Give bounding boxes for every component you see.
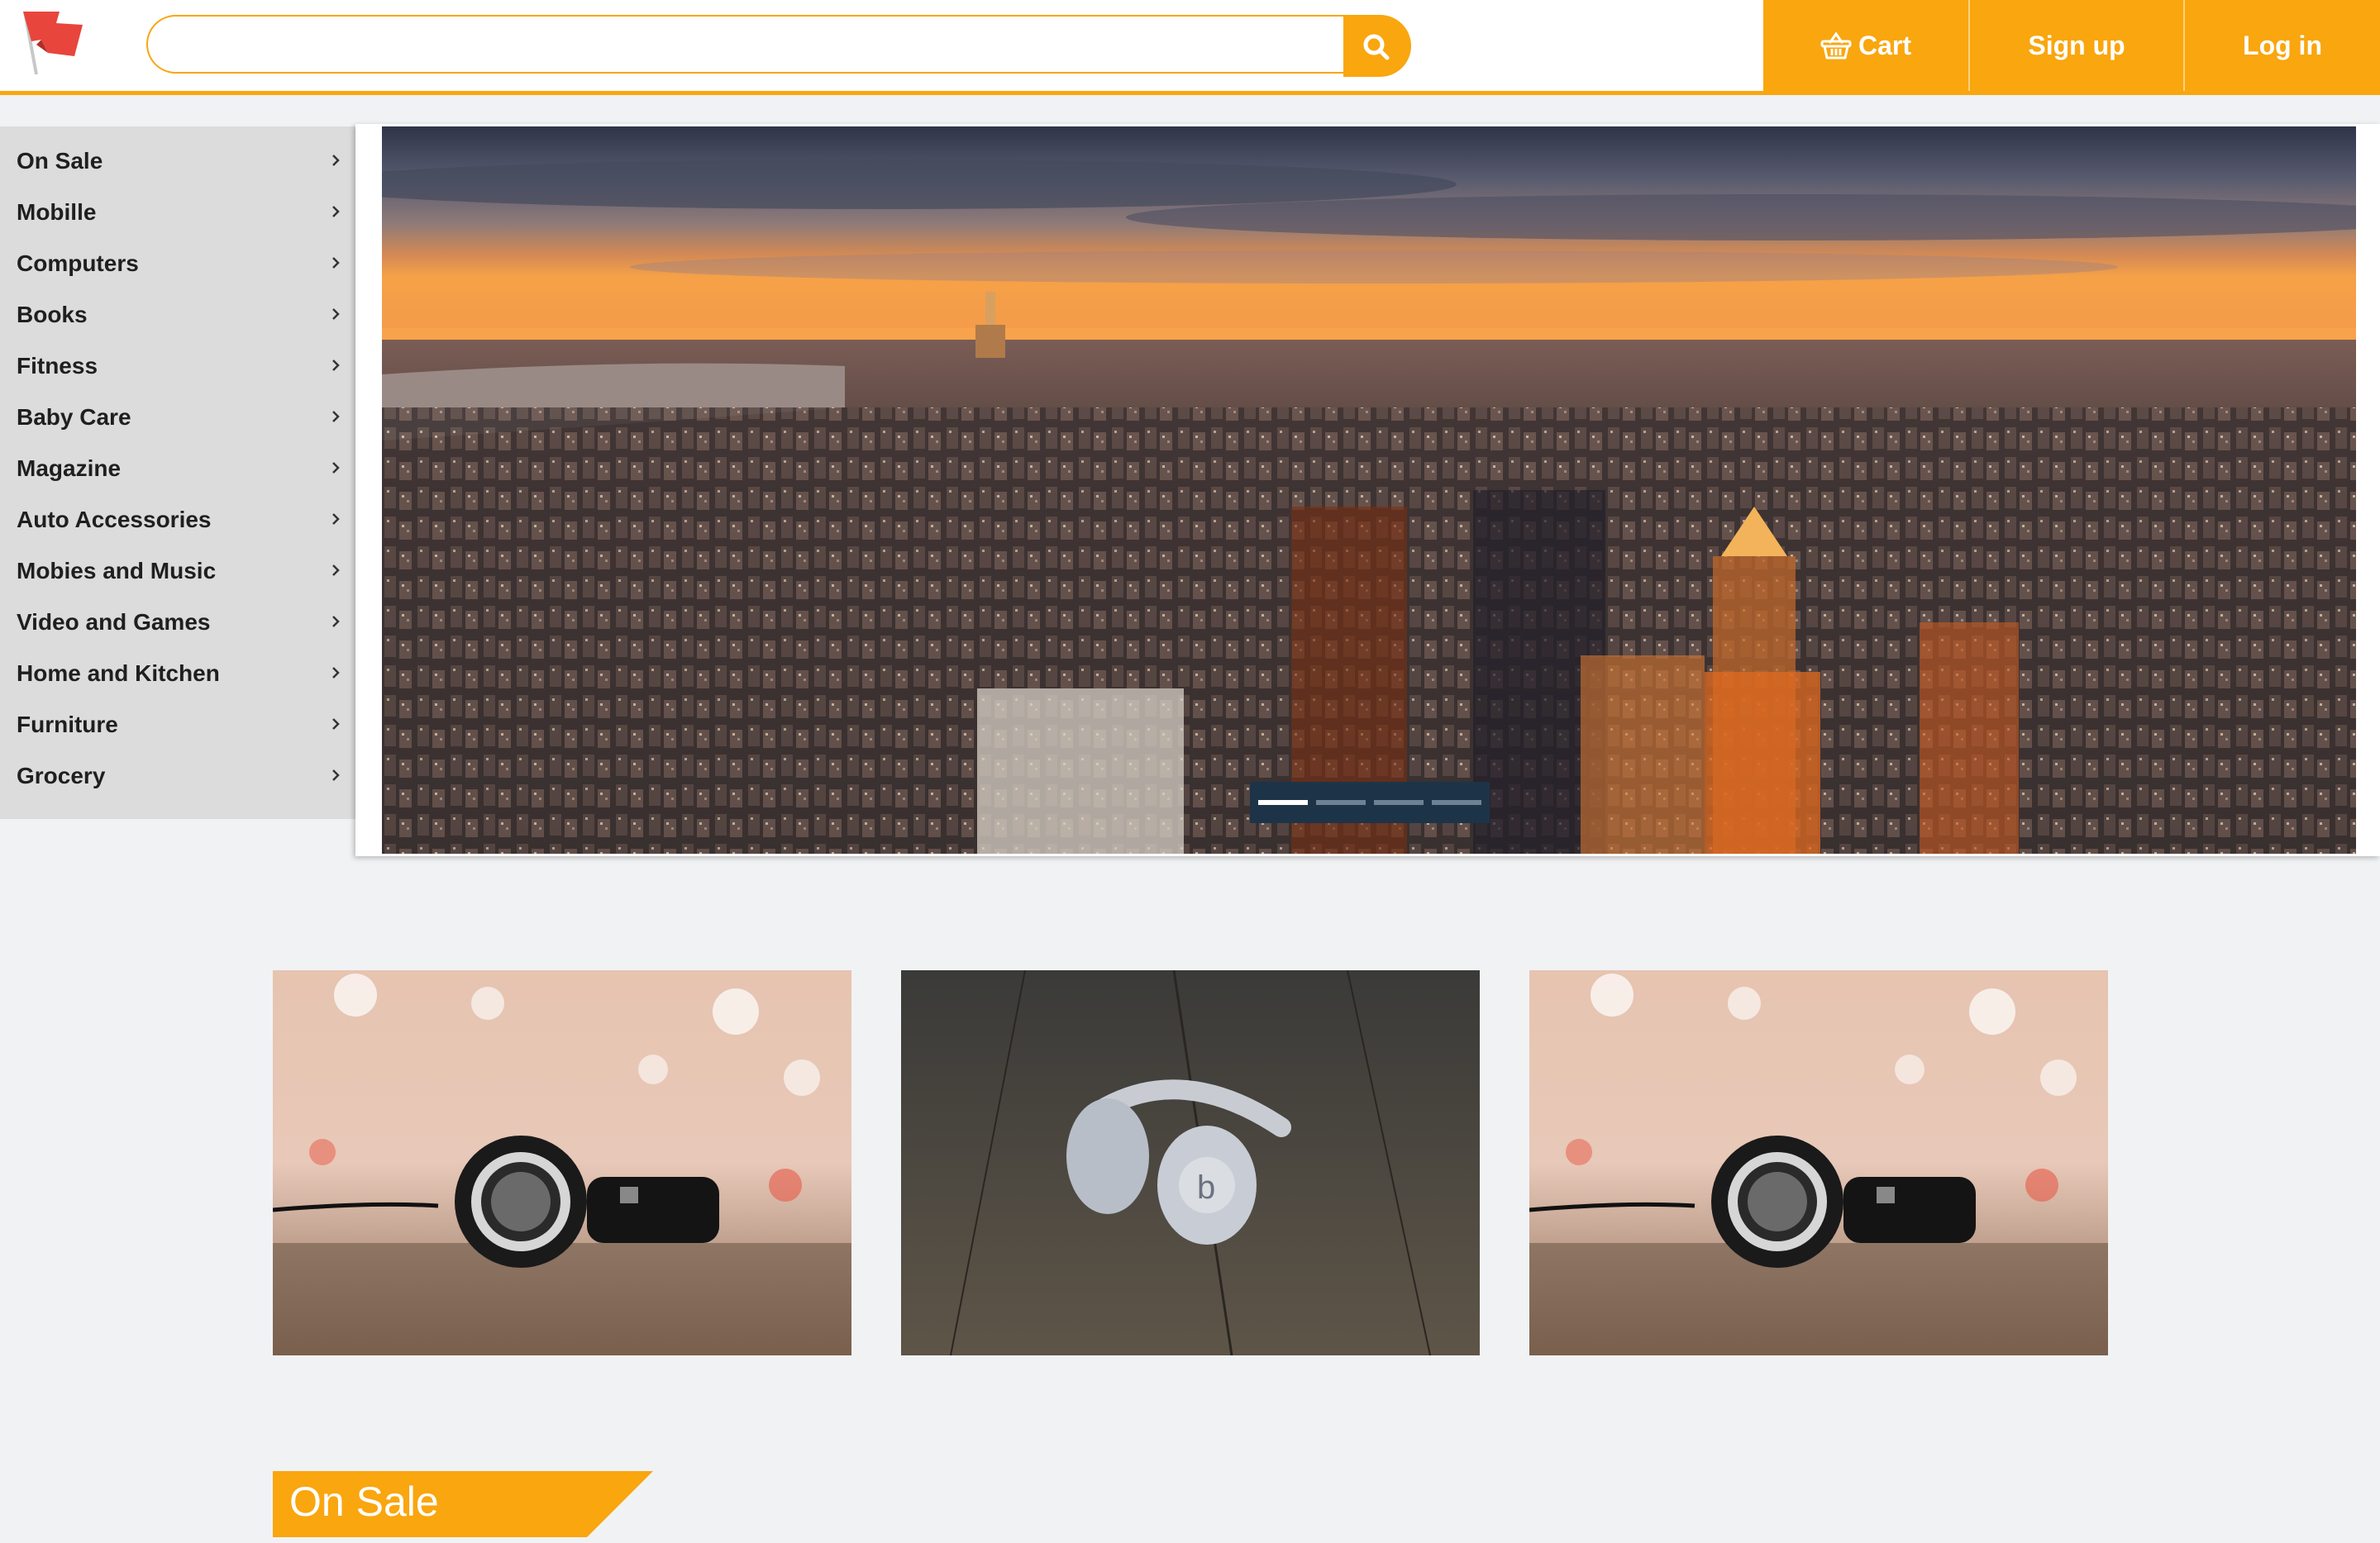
login-label: Log in	[2243, 30, 2322, 60]
section-title: On Sale	[289, 1479, 439, 1525]
sidebar-item-label: Grocery	[17, 763, 106, 788]
sidebar-item-baby-care[interactable]: Baby Care	[0, 391, 355, 442]
sidebar-item-computers[interactable]: Computers	[0, 237, 355, 288]
carousel-indicator-3[interactable]	[1374, 800, 1424, 805]
chevron-right-icon	[331, 512, 341, 531]
sidebar-item-label: Magazine	[17, 455, 122, 481]
sidebar-item-video-and-games[interactable]: Video and Games	[0, 596, 355, 647]
sidebar-item-on-sale[interactable]: On Sale	[0, 135, 355, 186]
search-bar	[146, 15, 1411, 77]
sidebar-item-label: Mobies and Music	[17, 558, 217, 583]
sidebar-item-label: Mobille	[17, 199, 97, 225]
signup-label: Sign up	[2028, 30, 2125, 60]
cart-button[interactable]: Cart	[1763, 0, 1970, 91]
chevron-right-icon	[331, 563, 341, 582]
sidebar-item-auto-accessories[interactable]: Auto Accessories	[0, 493, 355, 545]
product-tile-black-headphones-1[interactable]	[273, 970, 851, 1355]
cart-label: Cart	[1858, 30, 1911, 60]
product-tile-black-headphones-2[interactable]	[1529, 970, 2108, 1355]
chevron-right-icon	[331, 153, 341, 172]
chevron-right-icon	[331, 460, 341, 479]
hero-city-skyline-image[interactable]	[382, 126, 2356, 854]
section-header-on-sale: On Sale	[273, 1471, 653, 1537]
sidebar-item-label: Computers	[17, 250, 139, 276]
sidebar-item-label: Auto Accessories	[17, 507, 212, 532]
site-header: Cart Sign up Log in	[0, 0, 2380, 95]
sidebar-item-label: Baby Care	[17, 404, 131, 430]
sidebar-item-furniture[interactable]: Furniture	[0, 698, 355, 750]
chevron-right-icon	[331, 255, 341, 274]
login-button[interactable]: Log in	[2185, 0, 2380, 91]
carousel-indicators	[1250, 782, 1490, 823]
sidebar-item-grocery[interactable]: Grocery	[0, 750, 355, 801]
sidebar-item-label: Video and Games	[17, 609, 211, 635]
chevron-right-icon	[331, 409, 341, 428]
chevron-right-icon	[331, 614, 341, 633]
svg-text:b: b	[1197, 1169, 1215, 1206]
basket-icon	[1820, 31, 1852, 60]
header-nav: Cart Sign up Log in	[1763, 0, 2380, 91]
carousel-indicator-4[interactable]	[1432, 800, 1481, 805]
sidebar-item-label: Fitness	[17, 353, 98, 379]
sidebar-item-fitness[interactable]: Fitness	[0, 340, 355, 391]
chevron-right-icon	[331, 358, 341, 377]
carousel-indicator-2[interactable]	[1316, 800, 1366, 805]
sidebar-item-mobies-and-music[interactable]: Mobies and Music	[0, 545, 355, 596]
search-button[interactable]	[1343, 15, 1411, 77]
chevron-right-icon	[331, 204, 341, 223]
sidebar-item-label: On Sale	[17, 148, 103, 174]
category-sidebar: On Sale Mobille Computers Books Fitness …	[0, 126, 355, 819]
sidebar-item-label: Books	[17, 302, 88, 327]
product-tile-white-headphones[interactable]: b	[901, 970, 1480, 1355]
sidebar-item-home-and-kitchen[interactable]: Home and Kitchen	[0, 647, 355, 698]
sidebar-item-label: Furniture	[17, 712, 118, 737]
carousel-indicator-1[interactable]	[1258, 800, 1308, 805]
sidebar-item-books[interactable]: Books	[0, 288, 355, 340]
search-input[interactable]	[146, 15, 1343, 74]
chevron-right-icon	[331, 665, 341, 684]
chevron-right-icon	[331, 768, 341, 787]
chevron-right-icon	[331, 717, 341, 736]
signup-button[interactable]: Sign up	[1970, 0, 2185, 91]
chevron-right-icon	[331, 307, 341, 326]
sidebar-item-magazine[interactable]: Magazine	[0, 442, 355, 493]
sidebar-item-mobille[interactable]: Mobille	[0, 186, 355, 237]
sidebar-item-label: Home and Kitchen	[17, 660, 220, 686]
flag-logo-icon[interactable]	[17, 8, 91, 75]
